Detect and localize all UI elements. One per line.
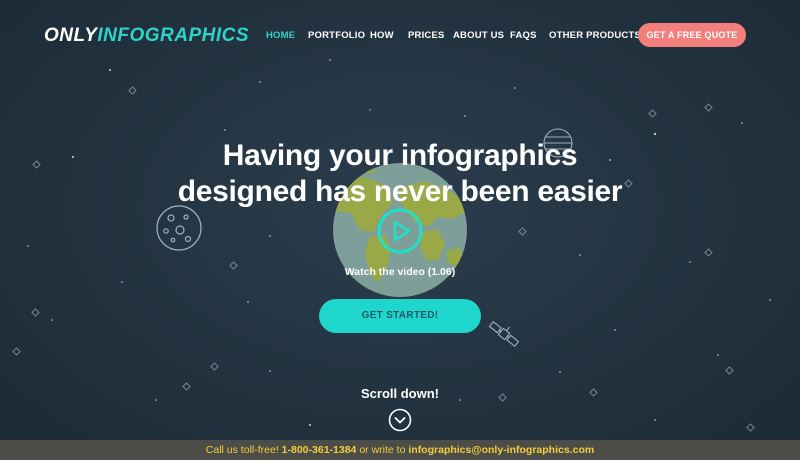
play-icon[interactable] (376, 207, 424, 255)
footer-email-link[interactable]: infographics@only-infographics.com (408, 444, 594, 456)
get-started-button[interactable]: GET STARTED! (319, 299, 481, 333)
footer-middle: or write to (359, 444, 406, 456)
get-free-quote-button[interactable]: GET A FREE QUOTE (638, 23, 746, 47)
satellite-illustration (488, 321, 520, 347)
chevron-down-icon[interactable] (388, 408, 412, 432)
logo-text-infographics: INFOGRAPHICS (97, 25, 250, 46)
nav-faqs[interactable]: FAQS (510, 30, 537, 41)
nav-portfolio[interactable]: PORTFOLIO (308, 30, 365, 41)
contact-footer-bar: Call us toll-free! 1-800-361-1384 or wri… (0, 440, 800, 460)
hero-headline: Having your infographics designed has ne… (150, 138, 650, 210)
watch-video-link[interactable]: Watch the video (1.06) (300, 266, 500, 278)
logo-text-only: ONLY (44, 25, 98, 46)
nav-how[interactable]: HOW (370, 30, 394, 41)
headline-line-2: designed has never been easier (177, 175, 623, 208)
nav-other-products[interactable]: OTHER PRODUCTS (549, 30, 641, 41)
footer-phone-link[interactable]: 1-800-361-1384 (282, 444, 357, 456)
nav-about-us[interactable]: ABOUT US (453, 30, 504, 41)
site-logo[interactable]: ONLYINFOGRAPHICS (44, 25, 249, 47)
planet-illustration-left (156, 205, 202, 251)
nav-home[interactable]: HOME (266, 30, 295, 41)
footer-prefix: Call us toll-free! (205, 444, 279, 456)
nav-prices[interactable]: PRICES (408, 30, 445, 41)
headline-line-1: Having your infographics (222, 139, 578, 172)
scroll-down-label: Scroll down! (361, 386, 439, 401)
